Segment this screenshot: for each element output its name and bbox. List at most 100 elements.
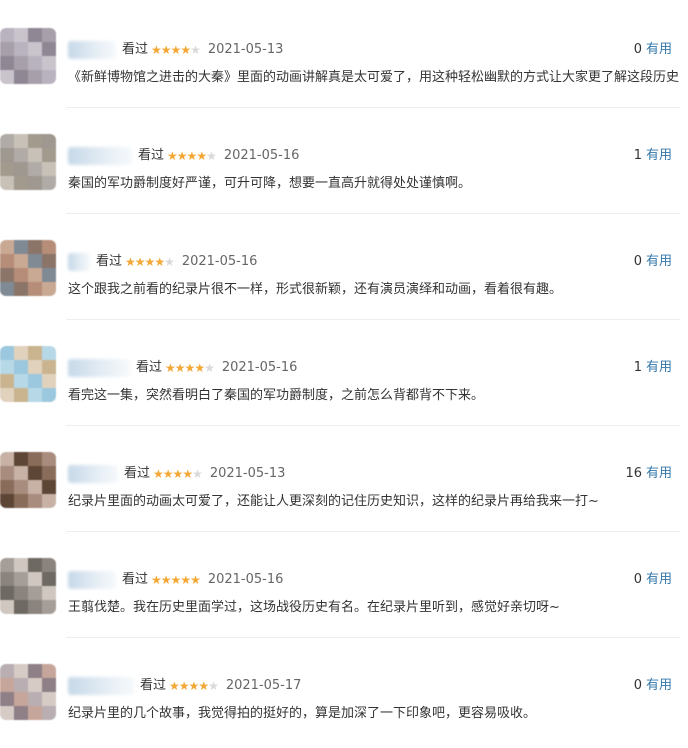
star-icon: ★ (196, 149, 207, 163)
useful-button[interactable]: 有用 (646, 42, 672, 57)
star-icon: ★ (170, 573, 182, 587)
review-meta: 看过 ★★★★★ 2021-05-13 16 有用 (68, 462, 680, 486)
review-item: 看过 ★★★★★ 2021-05-16 1 有用 看完这一集，突然看明白了秦国的军功爵制度… (0, 326, 688, 430)
username-link[interactable] (68, 41, 116, 59)
rating-stars: ★★★★★ (125, 250, 175, 274)
star-icon: ★ (164, 255, 175, 269)
username-link[interactable] (68, 253, 90, 271)
useful-button[interactable]: 有用 (646, 360, 672, 375)
review-meta: 看过 ★★★★★ 2021-05-13 0 有用 (68, 38, 680, 62)
rating-stars: ★★★★★ (151, 38, 201, 62)
star-icon: ★ (170, 43, 182, 57)
review-meta: 看过 ★★★★★ 2021-05-16 0 有用 (68, 568, 680, 592)
review-item: 看过 ★★★★★ 2021-05-16 0 有用这个跟我之前看的纪录片很不一样，形式很新… (0, 220, 688, 324)
star-icon: ★ (151, 43, 162, 57)
review-item: 看过 ★★★★★ 2021-05-13 16 有用纪录片里面的动画太可爱了，还能让人更深… (0, 432, 688, 536)
vote-count: 16 (625, 466, 642, 481)
avatar[interactable] (0, 134, 56, 190)
star-icon: ★ (160, 573, 172, 587)
star-icon: ★ (186, 149, 198, 163)
useful-count: 16 有用 (625, 462, 672, 486)
username-link[interactable] (68, 359, 130, 377)
review-meta: 看过 ★★★★★ 2021-05-16 1 有用 (68, 356, 680, 380)
review-text: 纪录片里的几个故事，我觉得拍的挺好的，算是加深了一下印象吧，更容易吸收。 (68, 706, 537, 721)
star-icon: ★ (160, 43, 172, 57)
username-link[interactable] (68, 465, 118, 483)
watched-status: 看过 (124, 466, 151, 481)
watched-status: 看过 (122, 42, 149, 57)
watched-status: 看过 (138, 148, 165, 163)
avatar[interactable] (0, 346, 56, 402)
review-date: 2021-05-17 (225, 678, 302, 693)
star-icon: ★ (204, 361, 215, 375)
review-item: 看过 ★★★★★ 2021-05-16 0 有用 王翦伐楚。我在历史里面学过，这场战役历史… (0, 538, 688, 642)
useful-button[interactable]: 有用 (646, 254, 672, 269)
username-link[interactable] (68, 571, 116, 589)
avatar[interactable] (0, 28, 56, 84)
vote-count: 1 (633, 148, 642, 163)
star-icon: ★ (165, 361, 176, 375)
useful-count: 1 有用 (634, 356, 672, 380)
rating-stars: ★★★★★ (169, 674, 219, 698)
useful-button[interactable]: 有用 (646, 678, 672, 693)
avatar[interactable] (0, 240, 56, 296)
star-icon: ★ (184, 361, 196, 375)
review-text: 看完这一集，突然看明白了秦国的军功爵制度，之前怎么背都背不下来。 (68, 388, 485, 403)
username-link[interactable] (68, 677, 134, 695)
review-date: 2021-05-16 (221, 360, 298, 375)
review-text: 《新鲜博物馆之进击的大秦》里面的动画讲解真是太可爱了，用这种轻松幽默的方式让大家… (68, 70, 680, 85)
star-icon: ★ (180, 43, 191, 57)
star-icon: ★ (153, 467, 164, 481)
useful-count: 0 有用 (634, 674, 672, 698)
review-meta: 看过 ★★★★★ 2021-05-16 0 有用 (68, 250, 680, 274)
watched-status: 看过 (136, 360, 163, 375)
avatar[interactable] (0, 558, 56, 614)
rating-stars: ★★★★★ (151, 568, 201, 592)
rating-stars: ★★★★★ (153, 462, 203, 486)
useful-count: 0 有用 (634, 38, 672, 62)
star-icon: ★ (206, 149, 217, 163)
review-meta: 看过 ★★★★★ 2021-05-16 1 有用 (68, 144, 680, 168)
star-icon: ★ (176, 149, 188, 163)
useful-count: 0 有用 (634, 250, 672, 274)
star-icon: ★ (208, 679, 219, 693)
useful-button[interactable]: 有用 (646, 466, 672, 481)
star-icon: ★ (154, 255, 165, 269)
useful-button[interactable]: 有用 (646, 572, 672, 587)
star-icon: ★ (162, 467, 174, 481)
rating-stars: ★★★★★ (167, 144, 217, 168)
watched-status: 看过 (140, 678, 167, 693)
avatar[interactable] (0, 664, 56, 720)
star-icon: ★ (188, 679, 200, 693)
vote-count: 0 (633, 678, 642, 693)
star-icon: ★ (190, 43, 201, 57)
useful-count: 1 有用 (634, 144, 672, 168)
review-date: 2021-05-16 (181, 254, 258, 269)
vote-count: 0 (633, 572, 642, 587)
star-icon: ★ (194, 361, 205, 375)
review-text: 这个跟我之前看的纪录片很不一样，形式很新颖，还有演员演绎和动画，看着很有趣。 (68, 282, 563, 297)
review-date: 2021-05-16 (223, 148, 300, 163)
watched-status: 看过 (96, 254, 123, 269)
review-date: 2021-05-13 (207, 42, 284, 57)
star-icon: ★ (198, 679, 209, 693)
review-item: 看过 ★★★★★ 2021-05-13 0 有用 《新鲜博物馆之进击的大秦》里面的动画讲解… (0, 8, 688, 112)
useful-button[interactable]: 有用 (646, 148, 672, 163)
star-icon: ★ (174, 361, 186, 375)
star-icon: ★ (169, 679, 180, 693)
vote-count: 0 (633, 42, 642, 57)
review-date: 2021-05-13 (209, 466, 286, 481)
avatar[interactable] (0, 452, 56, 508)
review-text: 纪录片里面的动画太可爱了，还能让人更深刻的记住历史知识，这样的纪录片再给我来一打… (68, 494, 599, 509)
vote-count: 0 (633, 254, 642, 269)
star-icon: ★ (172, 467, 184, 481)
rating-stars: ★★★★★ (165, 356, 215, 380)
useful-count: 0 有用 (634, 568, 672, 592)
review-meta: 看过 ★★★★★ 2021-05-17 0 有用 (68, 674, 680, 698)
star-icon: ★ (125, 255, 136, 269)
star-icon: ★ (134, 255, 146, 269)
username-link[interactable] (68, 147, 132, 165)
review-text: 秦国的军功爵制度好严谨，可升可降，想要一直高升就得处处谨慎啊。 (68, 176, 472, 191)
review-item: 看过 ★★★★★ 2021-05-17 0 有用纪录片里的几个故事，我觉得拍的挺好的，算… (0, 644, 688, 748)
star-icon: ★ (182, 467, 193, 481)
